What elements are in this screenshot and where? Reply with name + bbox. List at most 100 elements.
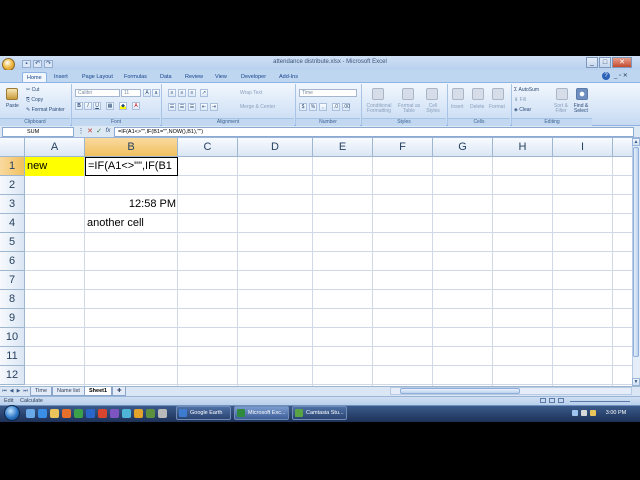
align-top-icon[interactable]: ≡ xyxy=(168,89,176,97)
currency-icon[interactable]: $ xyxy=(299,103,307,111)
increase-decimal-icon[interactable]: .0 xyxy=(332,103,340,111)
column-header-c[interactable]: C xyxy=(178,138,238,157)
last-sheet-icon[interactable]: ⏭ xyxy=(22,387,29,395)
cut-button[interactable]: ✂ Cut xyxy=(26,87,39,93)
bold-icon[interactable]: B xyxy=(75,102,83,110)
row-header-3[interactable]: 3 xyxy=(0,195,25,214)
scroll-down-icon[interactable]: ▼ xyxy=(632,378,640,386)
quicklaunch-icon[interactable] xyxy=(158,409,167,418)
autosum-button[interactable]: Σ AutoSum xyxy=(514,87,539,93)
name-box[interactable]: SUM xyxy=(2,127,74,137)
row-header-10[interactable]: 10 xyxy=(0,328,25,347)
grow-font-icon[interactable]: A xyxy=(143,89,151,97)
clear-button[interactable]: ◈ Clear xyxy=(514,107,531,113)
paste-icon[interactable] xyxy=(6,88,18,100)
column-header-h[interactable]: H xyxy=(493,138,553,157)
column-header-e[interactable]: E xyxy=(313,138,373,157)
folder-icon[interactable] xyxy=(50,409,59,418)
formula-input[interactable]: =IF(A1<>"",IF(B1="",NOW(),B1),"") xyxy=(114,127,634,137)
conditional-formatting-button[interactable]: Conditional Formatting xyxy=(364,104,394,114)
zoom-slider[interactable] xyxy=(570,401,630,402)
quicklaunch-icon[interactable] xyxy=(146,409,155,418)
taskbar-clock[interactable]: 3:00 PM xyxy=(596,406,636,420)
start-button[interactable] xyxy=(4,405,20,421)
redo-icon[interactable]: ↷ xyxy=(44,60,53,68)
borders-icon[interactable]: ▦ xyxy=(106,102,114,110)
decrease-indent-icon[interactable]: ⇤ xyxy=(200,103,208,111)
font-size-combo[interactable]: 11 xyxy=(121,89,141,97)
ribbon-minimize-icon[interactable]: _ ▫ ✕ xyxy=(614,72,628,79)
cell-styles-button[interactable]: Cell Styles xyxy=(423,104,443,114)
copy-button[interactable]: ⎘ Copy xyxy=(26,97,43,103)
cell-b1-active[interactable]: =IF(A1<>"",IF(B1 xyxy=(85,157,178,176)
insert-function-icon[interactable]: fx xyxy=(104,128,112,136)
find-select-button[interactable]: Find & Select xyxy=(571,104,591,114)
quicklaunch-icon[interactable] xyxy=(86,409,95,418)
insert-cells-button[interactable]: Insert xyxy=(451,104,464,110)
align-bottom-icon[interactable]: ≡ xyxy=(188,89,196,97)
previous-sheet-icon[interactable]: ◀ xyxy=(8,387,15,395)
fill-button[interactable]: ⬇ Fill xyxy=(514,97,526,103)
column-header-i[interactable]: I xyxy=(553,138,613,157)
column-header-d[interactable]: D xyxy=(238,138,313,157)
enter-formula-icon[interactable]: ✓ xyxy=(95,128,103,136)
first-sheet-icon[interactable]: ⏮ xyxy=(1,387,8,395)
page-layout-view-icon[interactable] xyxy=(549,398,555,403)
wrap-text-button[interactable]: Wrap Text xyxy=(240,90,262,96)
insert-sheet-icon[interactable]: ✚ xyxy=(112,387,126,396)
italic-icon[interactable]: I xyxy=(84,102,92,110)
conditional-formatting-icon[interactable] xyxy=(372,88,384,100)
delete-cells-icon[interactable] xyxy=(472,88,484,100)
align-middle-icon[interactable]: ≡ xyxy=(178,89,186,97)
decrease-decimal-icon[interactable]: .00 xyxy=(342,103,350,111)
align-right-icon[interactable]: ☰ xyxy=(188,103,196,111)
delete-cells-button[interactable]: Delete xyxy=(470,104,484,110)
quicklaunch-icon[interactable] xyxy=(98,409,107,418)
format-painter-button[interactable]: ✎ Format Painter xyxy=(26,107,65,113)
number-format-combo[interactable]: Time xyxy=(299,89,357,97)
close-button[interactable]: ✕ xyxy=(612,57,632,68)
align-center-icon[interactable]: ☰ xyxy=(178,103,186,111)
row-header-6[interactable]: 6 xyxy=(0,252,25,271)
merge-center-button[interactable]: Merge & Center xyxy=(240,104,275,110)
format-cells-icon[interactable] xyxy=(492,88,504,100)
increase-indent-icon[interactable]: ⇥ xyxy=(210,103,218,111)
format-as-table-icon[interactable] xyxy=(402,88,414,100)
row-header-4[interactable]: 4 xyxy=(0,214,25,233)
cell-b3[interactable]: 12:58 PM xyxy=(85,195,176,214)
normal-view-icon[interactable] xyxy=(540,398,546,403)
show-desktop-icon[interactable] xyxy=(26,409,35,418)
font-name-combo[interactable]: Calibri xyxy=(75,89,120,97)
vertical-scroll-thumb[interactable] xyxy=(633,147,639,357)
sheet-tab-time[interactable]: Time xyxy=(30,387,53,396)
quicklaunch-icon[interactable] xyxy=(122,409,131,418)
shrink-font-icon[interactable]: a xyxy=(152,89,160,97)
column-header-f[interactable]: F xyxy=(373,138,433,157)
column-header-j[interactable] xyxy=(613,138,632,157)
media-player-icon[interactable] xyxy=(62,409,71,418)
cell-a1[interactable]: new xyxy=(25,157,84,176)
column-header-g[interactable]: G xyxy=(433,138,493,157)
page-break-view-icon[interactable] xyxy=(558,398,564,403)
font-color-icon[interactable]: A xyxy=(132,102,140,110)
sheet-tab-name-list[interactable]: Name list xyxy=(52,387,85,396)
row-header-1[interactable]: 1 xyxy=(0,157,25,176)
percent-icon[interactable]: % xyxy=(309,103,317,111)
format-cells-button[interactable]: Format xyxy=(489,104,505,110)
cell-b4[interactable]: another cell xyxy=(87,214,207,233)
insert-cells-icon[interactable] xyxy=(452,88,464,100)
row-header-5[interactable]: 5 xyxy=(0,233,25,252)
select-all-corner[interactable] xyxy=(0,138,25,157)
fill-color-icon[interactable]: ◆ xyxy=(119,102,127,110)
network-tray-icon[interactable] xyxy=(572,410,578,416)
comma-icon[interactable]: , xyxy=(319,103,327,111)
row-header-9[interactable]: 9 xyxy=(0,309,25,328)
column-header-a[interactable]: A xyxy=(25,138,85,157)
underline-icon[interactable]: U xyxy=(93,102,101,110)
sort-filter-icon[interactable] xyxy=(556,88,568,100)
cell-styles-icon[interactable] xyxy=(426,88,438,100)
quicklaunch-icon[interactable] xyxy=(134,409,143,418)
orientation-icon[interactable]: ↗ xyxy=(200,89,208,97)
row-header-11[interactable]: 11 xyxy=(0,347,25,366)
scroll-up-icon[interactable]: ▲ xyxy=(632,138,640,146)
